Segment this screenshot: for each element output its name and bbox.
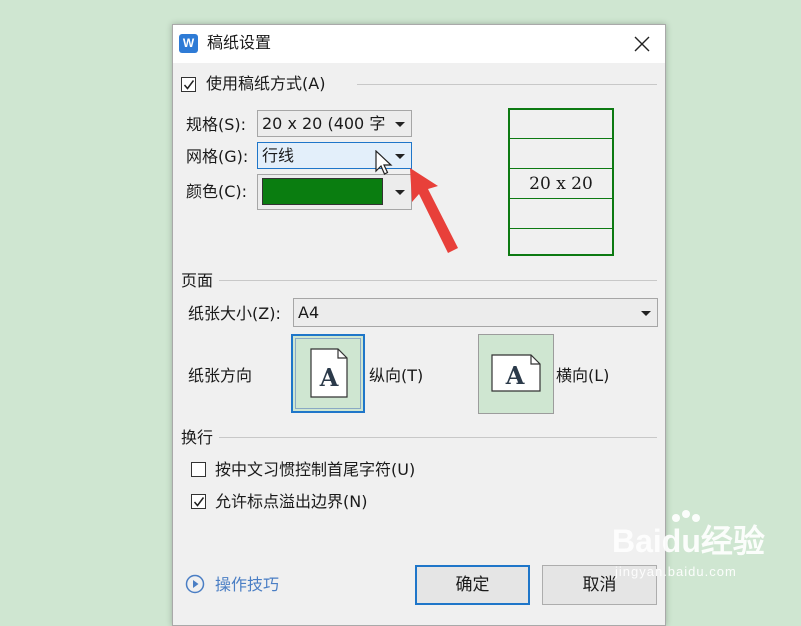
wps-writer-icon: W: [179, 34, 198, 53]
checkmark-icon: [193, 497, 205, 507]
allow-punct-checkbox[interactable]: [191, 494, 206, 509]
paper-size-select[interactable]: A4: [293, 298, 658, 327]
grid-value: 行线: [262, 146, 295, 165]
checkmark-icon: [183, 80, 195, 90]
mouse-cursor-icon: [375, 150, 393, 175]
orientation-label: 纸张方向: [188, 366, 253, 385]
paw-icon: [672, 510, 700, 522]
chevron-down-icon: [641, 311, 651, 316]
chevron-down-icon: [395, 122, 405, 127]
ok-button[interactable]: 确定: [415, 565, 530, 605]
use-manuscript-label: 使用稿纸方式(A): [206, 74, 326, 93]
close-button[interactable]: [619, 25, 665, 63]
dialog-title: 稿纸设置: [207, 33, 272, 52]
grid-line: [510, 198, 612, 199]
spec-select[interactable]: 20 x 20 (400 字: [257, 110, 412, 137]
portrait-page-icon: A: [310, 348, 348, 398]
landscape-label: 横向(L): [556, 366, 610, 385]
chinese-habit-checkbox[interactable]: [191, 462, 206, 477]
watermark-url: jingyan.baidu.com: [615, 564, 737, 579]
use-manuscript-checkbox[interactable]: [181, 77, 196, 92]
separator: [219, 280, 657, 281]
grid-line: [510, 168, 612, 169]
paper-size-label: 纸张大小(Z):: [188, 304, 281, 323]
spec-label: 规格(S):: [186, 115, 247, 134]
manuscript-settings-dialog: W 稿纸设置 使用稿纸方式(A) 规格(S): 20 x 20 (400 字 网…: [172, 24, 666, 626]
separator: [357, 84, 657, 85]
color-select[interactable]: [257, 174, 412, 210]
portrait-label: 纵向(T): [369, 366, 424, 385]
red-arrow-annotation-icon: [410, 168, 458, 253]
color-swatch: [262, 178, 383, 205]
grid-preview: 20 x 20: [508, 108, 614, 256]
preview-size-text: 20 x 20: [529, 174, 593, 194]
grid-line: [510, 138, 612, 139]
landscape-button[interactable]: A: [478, 334, 554, 414]
landscape-page-icon: A: [491, 354, 541, 392]
play-circle-icon[interactable]: [185, 574, 205, 594]
grid-line: [510, 228, 612, 229]
paper-size-value: A4: [298, 303, 320, 322]
chinese-habit-label: 按中文习惯控制首尾字符(U): [215, 460, 416, 479]
portrait-button[interactable]: A: [291, 334, 365, 413]
page-section-title: 页面: [181, 271, 214, 290]
separator: [219, 437, 657, 438]
grid-label: 网格(G):: [186, 147, 249, 166]
close-icon: [634, 36, 650, 52]
portrait-letter: A: [319, 363, 339, 392]
landscape-letter: A: [505, 361, 525, 390]
allow-punct-label: 允许标点溢出边界(N): [215, 492, 368, 511]
tips-link[interactable]: 操作技巧: [215, 575, 279, 595]
chevron-down-icon: [395, 154, 405, 159]
color-label: 颜色(C):: [186, 182, 248, 201]
title-bar: W 稿纸设置: [173, 25, 665, 63]
linebreak-section-title: 换行: [181, 428, 214, 447]
spec-value: 20 x 20 (400 字: [262, 114, 386, 133]
